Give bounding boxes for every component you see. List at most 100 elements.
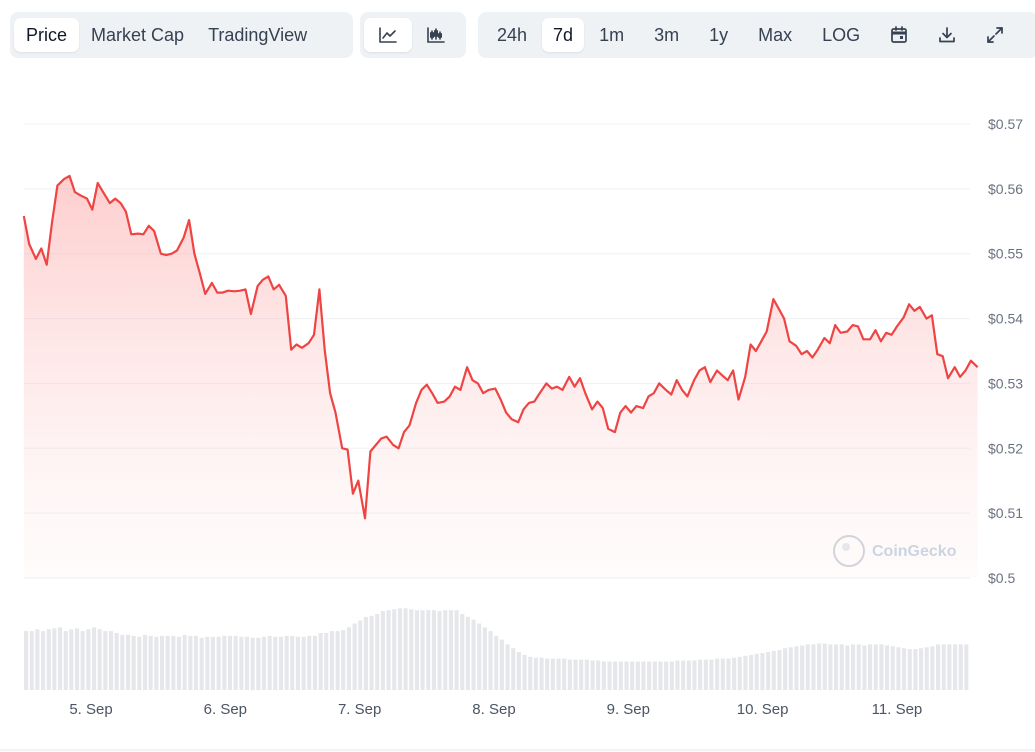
volume-bar (29, 631, 34, 690)
volume-bar (307, 635, 312, 690)
range-1y[interactable]: 1y (694, 18, 743, 52)
volume-bar (58, 627, 63, 690)
volume-bar (193, 635, 198, 690)
volume-bar (749, 654, 754, 690)
volume-bar (652, 661, 657, 690)
volume-bar (664, 661, 669, 690)
volume-bar (590, 660, 595, 690)
volume-bar (505, 644, 510, 690)
volume-bar (873, 644, 878, 690)
volume-bar (879, 644, 884, 690)
volume-bar (800, 645, 805, 690)
tab-price[interactable]: Price (14, 18, 80, 52)
volume-bar (188, 635, 193, 690)
volume-bar (630, 661, 635, 690)
volume-bar (35, 629, 40, 690)
volume-bar (681, 660, 686, 690)
range-max[interactable]: Max (743, 18, 807, 52)
candlestick-chart-button[interactable] (412, 18, 460, 52)
range-24h[interactable]: 24h (482, 18, 542, 52)
price-chart[interactable]: $0.57$0.56$0.55$0.54$0.53$0.52$0.51$0.5 … (0, 90, 1035, 752)
volume-bar (788, 647, 793, 691)
range-1m[interactable]: 1m (584, 18, 639, 52)
volume-bar (488, 631, 493, 690)
x-axis: 5. Sep 6. Sep 7. Sep 8. Sep 9. Sep 10. Sep 11.… (0, 701, 1035, 751)
volume-bar (216, 636, 221, 690)
volume-bar (420, 610, 425, 690)
volume-bar (669, 661, 674, 690)
download-button[interactable] (923, 18, 971, 52)
price-area (23, 175, 978, 578)
x-tick-label: 10. Sep (737, 701, 789, 718)
volume-bar (454, 610, 459, 690)
expand-button[interactable] (971, 18, 1019, 52)
volume-bar (624, 661, 629, 690)
volume-bar (579, 659, 584, 690)
y-tick-label: $0.52 (988, 440, 1023, 456)
volume-bar (477, 623, 482, 690)
volume-bar (69, 629, 74, 690)
volume-bar (907, 649, 912, 690)
volume-bar (92, 627, 97, 690)
x-tick-label: 9. Sep (607, 701, 650, 718)
volume-bar (964, 644, 969, 690)
volume-bar (397, 608, 402, 690)
volume-bar (641, 661, 646, 690)
volume-bar (324, 633, 329, 690)
volume-bar (607, 661, 612, 690)
volume-bar (686, 660, 691, 690)
y-tick-label: $0.54 (988, 311, 1023, 327)
volume-bar (256, 637, 261, 691)
volume-bar (160, 635, 165, 690)
y-tick-label: $0.53 (988, 375, 1023, 391)
line-chart-button[interactable] (364, 18, 412, 52)
chart-style-toggle (360, 12, 466, 58)
volume-bar (601, 661, 606, 690)
volume-bar (460, 614, 465, 690)
range-3m[interactable]: 3m (639, 18, 694, 52)
volume-bar (284, 635, 289, 690)
volume-bar (573, 659, 578, 690)
volume-bar (805, 644, 810, 690)
volume-bar (182, 634, 187, 690)
volume-bar (414, 610, 419, 690)
volume-bar (522, 654, 527, 690)
tab-tradingview[interactable]: TradingView (196, 18, 319, 52)
volume-bar (52, 628, 57, 691)
volume-bar (703, 659, 708, 690)
candlestick-chart-icon (427, 27, 445, 43)
volume-bar (443, 610, 448, 690)
volume-bar (885, 645, 890, 690)
volume-bar (516, 652, 521, 690)
tab-market-cap[interactable]: Market Cap (79, 18, 196, 52)
volume-bar (709, 659, 714, 690)
volume-bar (834, 644, 839, 690)
volume-bar (732, 657, 737, 690)
volume-bar (244, 636, 249, 690)
volume-bar (862, 645, 867, 690)
log-scale-toggle[interactable]: LOG (807, 18, 875, 52)
volume-bar (828, 644, 833, 690)
volume-bar (341, 630, 346, 690)
range-7d[interactable]: 7d (542, 18, 585, 52)
volume-bar (465, 616, 470, 691)
volume-bar (913, 649, 918, 690)
volume-bar (227, 635, 232, 690)
volume-bar (675, 660, 680, 690)
volume-bar (80, 631, 85, 690)
volume-bar (839, 644, 844, 690)
volume-bar (301, 636, 306, 690)
volume-bar (720, 658, 725, 690)
volume-bar (771, 651, 776, 690)
volume-bar (386, 610, 391, 690)
volume-bar (737, 656, 742, 691)
volume-bar (199, 637, 204, 691)
volume-bar (437, 611, 442, 690)
volume-bar (766, 652, 771, 690)
coingecko-logo-eye (842, 543, 850, 551)
volume-bar (363, 616, 368, 691)
calendar-button[interactable] (875, 18, 923, 52)
x-tick-label: 5. Sep (69, 701, 112, 718)
volume-bar (448, 610, 453, 690)
volume-bar (618, 661, 623, 690)
